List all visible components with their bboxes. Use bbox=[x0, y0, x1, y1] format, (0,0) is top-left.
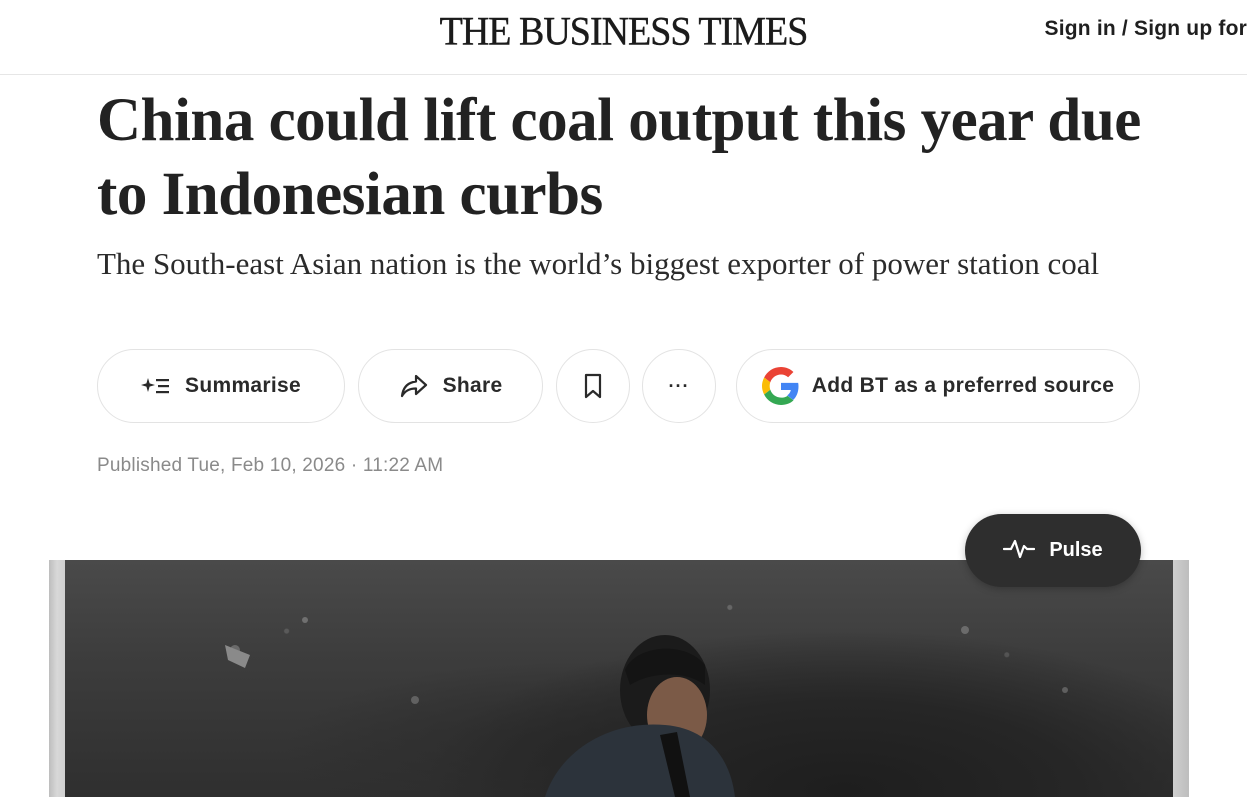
sparkle-list-icon bbox=[141, 374, 171, 398]
pulse-wave-icon bbox=[1003, 535, 1036, 567]
ellipsis-icon: ··· bbox=[668, 375, 690, 396]
add-preferred-source-label: Add BT as a preferred source bbox=[811, 374, 1115, 397]
more-options-button[interactable]: ··· bbox=[642, 349, 716, 423]
add-preferred-source-button[interactable]: Add BT as a preferred source bbox=[736, 349, 1140, 423]
site-header: THE BUSINESS TIMES Sign in / Sign up for bbox=[0, 0, 1247, 75]
summarise-button[interactable]: Summarise bbox=[97, 349, 345, 423]
hero-photo bbox=[65, 560, 1173, 797]
bookmark-icon bbox=[583, 373, 603, 399]
bookmark-button[interactable] bbox=[556, 349, 630, 423]
article-hero-image bbox=[49, 560, 1189, 797]
share-button[interactable]: Share bbox=[358, 349, 543, 423]
share-label: Share bbox=[442, 374, 503, 397]
pulse-label: Pulse bbox=[1049, 539, 1103, 561]
article-subheadline: The South-east Asian nation is the world… bbox=[97, 246, 1100, 281]
sign-in-link[interactable]: Sign in / Sign up for bbox=[1044, 17, 1247, 41]
summarise-label: Summarise bbox=[185, 374, 301, 397]
google-g-icon bbox=[761, 367, 800, 405]
published-timestamp: Published Tue, Feb 10, 2026 · 11:22 AM bbox=[97, 455, 444, 476]
share-arrow-icon bbox=[399, 373, 429, 399]
pulse-button[interactable]: Pulse bbox=[965, 514, 1141, 587]
article-headline: China could lift coal output this year d… bbox=[97, 87, 1141, 228]
